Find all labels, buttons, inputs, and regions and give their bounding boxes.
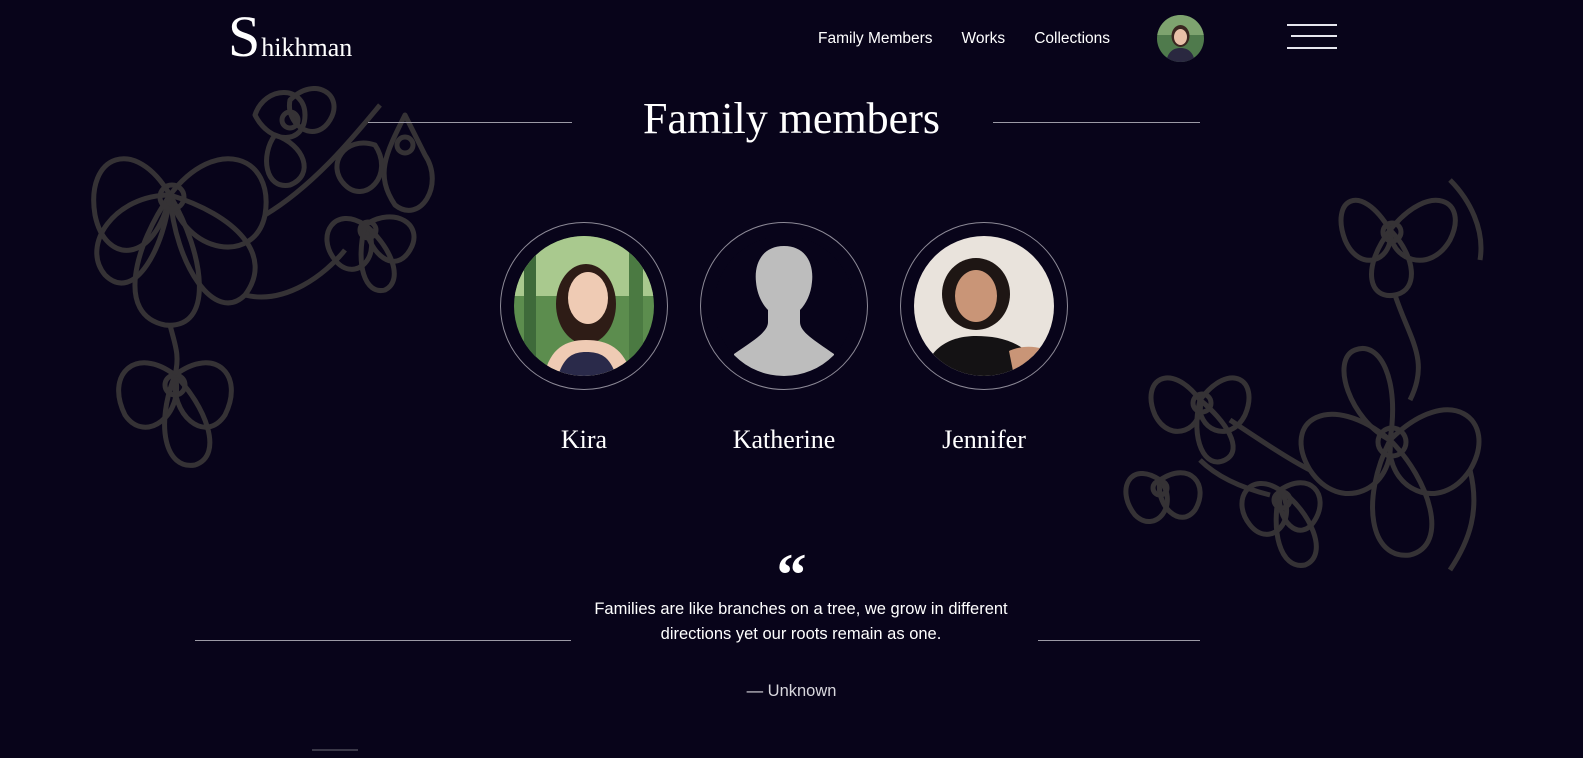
quote-divider-left <box>195 640 571 641</box>
member-photo-kira <box>514 236 654 376</box>
member-photo-jennifer <box>914 236 1054 376</box>
site-logo[interactable]: S hikhman <box>228 8 352 66</box>
member-card-katherine[interactable]: Katherine <box>700 222 868 455</box>
member-avatar-ring <box>700 222 868 390</box>
nav-link-family-members[interactable]: Family Members <box>818 30 933 48</box>
member-photo-placeholder-icon <box>714 236 854 376</box>
user-avatar[interactable] <box>1157 15 1204 62</box>
quote-mark-icon: “ <box>776 542 807 608</box>
member-name-kira: Kira <box>560 425 608 454</box>
member-card-kira[interactable]: Kira <box>500 222 668 455</box>
member-avatar-ring <box>900 222 1068 390</box>
page: S hikhman Family Members Works Collectio… <box>0 0 1583 758</box>
quote-divider-right <box>1038 640 1200 641</box>
member-name-katherine: Katherine <box>732 425 836 454</box>
hamburger-menu-icon[interactable] <box>1287 24 1337 50</box>
title-divider-right <box>993 122 1200 123</box>
main-nav: Family Members Works Collections <box>818 30 1110 48</box>
nav-link-works[interactable]: Works <box>962 30 1006 48</box>
bottom-edge-tab <box>312 749 358 751</box>
member-avatar-ring <box>500 222 668 390</box>
logo-initial: S <box>228 4 261 69</box>
quote-text: Families are like branches on a tree, we… <box>594 600 1008 643</box>
logo-text: hikhman <box>261 33 353 62</box>
nav-link-collections[interactable]: Collections <box>1034 30 1110 48</box>
member-card-jennifer[interactable]: Jennifer <box>900 222 1068 455</box>
member-name-jennifer: Jennifer <box>942 425 1026 454</box>
quote-author: — Unknown <box>746 682 837 700</box>
user-avatar-image <box>1157 15 1204 62</box>
floral-ornament-right <box>1123 178 1484 572</box>
page-title: Family members <box>643 94 940 143</box>
